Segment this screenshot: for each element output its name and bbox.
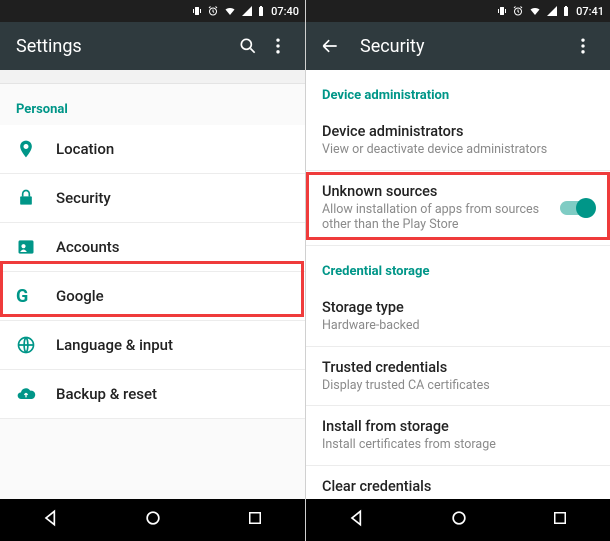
item-label: Accounts (56, 238, 289, 256)
item-subtitle: Install certificates from storage (322, 437, 594, 453)
status-bar: 07:40 (0, 0, 305, 22)
vibrate-icon (191, 5, 203, 17)
alarm-icon (207, 5, 219, 17)
back-icon[interactable] (318, 36, 342, 56)
vibrate-icon (496, 5, 508, 17)
item-subtitle: Display trusted CA certificates (322, 378, 594, 394)
item-label: Security (56, 189, 289, 207)
globe-icon (16, 335, 56, 355)
settings-item-accounts[interactable]: Accounts (0, 223, 305, 272)
item-subtitle: Hardware-backed (322, 318, 594, 334)
accounts-icon (16, 237, 56, 257)
item-device-admins[interactable]: Device administrators View or deactivate… (306, 111, 610, 171)
item-trusted-credentials[interactable]: Trusted credentials Display trusted CA c… (306, 347, 610, 407)
more-icon[interactable] (568, 36, 598, 56)
item-unknown-sources[interactable]: Unknown sources Allow installation of ap… (306, 171, 610, 246)
settings-item-backup[interactable]: Backup & reset (0, 370, 305, 419)
search-icon[interactable] (233, 36, 263, 56)
settings-item-location[interactable]: Location (0, 125, 305, 174)
item-label: Location (56, 140, 289, 158)
item-install-from-storage[interactable]: Install from storage Install certificate… (306, 406, 610, 466)
battery-icon (562, 5, 570, 17)
nav-bar (306, 499, 610, 541)
signal-icon (241, 5, 253, 17)
signal-icon (546, 5, 558, 17)
item-title: Device administrators (322, 123, 594, 140)
app-bar: Settings (0, 22, 305, 70)
item-clear-credentials[interactable]: Clear credentials (306, 466, 610, 499)
wifi-icon (223, 5, 237, 17)
more-icon[interactable] (263, 36, 293, 56)
item-title: Trusted credentials (322, 359, 594, 376)
status-time: 07:41 (576, 5, 604, 18)
nav-home-icon[interactable] (449, 508, 469, 532)
battery-icon (257, 5, 265, 17)
location-icon (16, 139, 56, 159)
nav-back-icon[interactable] (41, 508, 61, 532)
item-label: Google (56, 287, 289, 305)
nav-back-icon[interactable] (347, 508, 367, 532)
status-bar: 07:41 (306, 0, 610, 22)
nav-bar (0, 499, 305, 541)
nav-recent-icon[interactable] (246, 509, 264, 531)
wifi-icon (528, 5, 542, 17)
item-title: Clear credentials (322, 478, 594, 495)
status-time: 07:40 (271, 5, 299, 18)
item-storage-type[interactable]: Storage type Hardware-backed (306, 287, 610, 347)
nav-recent-icon[interactable] (551, 509, 569, 531)
unknown-sources-toggle[interactable] (560, 201, 594, 215)
settings-item-language[interactable]: Language & input (0, 321, 305, 370)
section-personal: Personal (0, 84, 305, 125)
item-title: Install from storage (322, 418, 594, 435)
security-content: Device administration Device administrat… (306, 70, 610, 499)
item-title: Unknown sources (322, 183, 552, 200)
nav-home-icon[interactable] (143, 508, 163, 532)
google-icon: G (16, 286, 56, 307)
page-title: Settings (16, 36, 233, 57)
item-subtitle: Allow installation of apps from sources … (322, 202, 552, 233)
settings-item-google[interactable]: G Google (0, 272, 305, 321)
alarm-icon (512, 5, 524, 17)
settings-item-security[interactable]: Security (0, 174, 305, 223)
item-label: Language & input (56, 336, 289, 354)
item-label: Backup & reset (56, 385, 289, 403)
page-title: Security (360, 36, 568, 57)
item-subtitle: View or deactivate device administrators (322, 142, 594, 158)
backup-icon (16, 384, 56, 404)
item-title: Storage type (322, 299, 594, 316)
settings-content: Personal Location Security Accounts G Go… (0, 70, 305, 499)
app-bar: Security (306, 22, 610, 70)
section-device-admin: Device administration (306, 70, 610, 111)
lock-icon (16, 188, 56, 208)
section-credential: Credential storage (306, 246, 610, 287)
